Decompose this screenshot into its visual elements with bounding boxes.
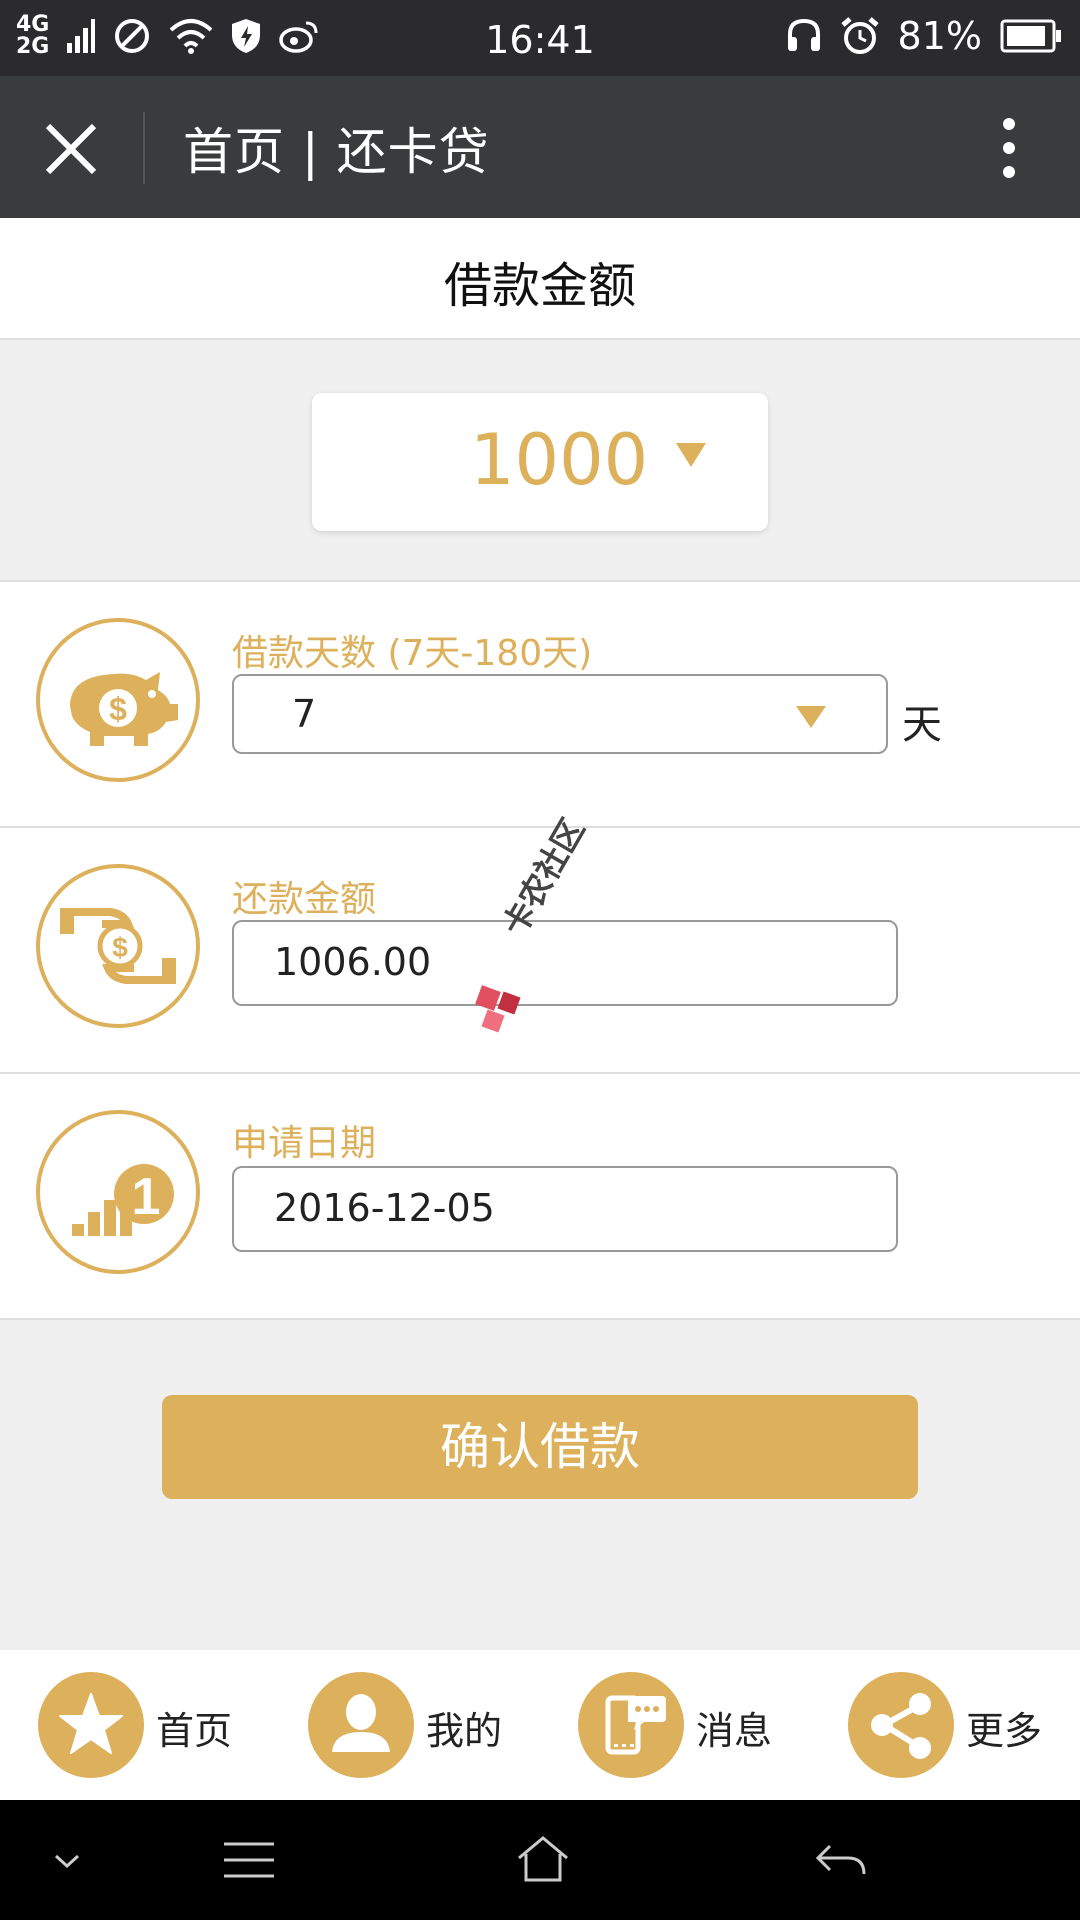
- chevron-down-icon[interactable]: [52, 1852, 82, 1872]
- alarm-icon: [840, 17, 879, 54]
- message-icon: [578, 1672, 684, 1778]
- repay-amount-value: 1006.00: [274, 940, 432, 984]
- svg-text:$: $: [112, 932, 128, 963]
- battery-percent: 81%: [897, 14, 982, 58]
- money-hands-icon: $: [36, 864, 200, 1028]
- repay-amount-label: 还款金额: [232, 879, 377, 920]
- amount-value: 1000: [470, 419, 649, 501]
- watermark-logo-icon: [475, 985, 521, 1033]
- tab-home-label: 首页: [156, 1709, 233, 1753]
- close-icon[interactable]: [40, 118, 102, 180]
- page-title: 首页 | 还卡贷: [183, 123, 490, 181]
- apply-date-field[interactable]: 2016-12-05: [232, 1166, 898, 1252]
- loan-days-label: 借款天数 (7天-180天): [232, 633, 593, 674]
- loan-days-unit: 天: [902, 702, 942, 748]
- more-options-icon[interactable]: [996, 116, 1022, 180]
- piggy-bank-icon: $: [36, 618, 200, 782]
- tab-mine-label: 我的: [426, 1709, 503, 1753]
- section-header: 借款金额: [0, 218, 1080, 340]
- section-title: 借款金额: [443, 258, 636, 314]
- battery-icon: [1000, 19, 1061, 53]
- nav-bar: 首页 | 还卡贷: [0, 76, 1080, 218]
- confirm-loan-button[interactable]: 确认借款: [162, 1395, 918, 1499]
- system-nav-bar: [0, 1800, 1080, 1920]
- loan-days-select[interactable]: 7: [232, 674, 888, 754]
- share-icon: [848, 1672, 954, 1778]
- loan-days-row: $ 借款天数 (7天-180天) 7 天: [0, 580, 1080, 826]
- tab-messages-label: 消息: [696, 1709, 773, 1753]
- bottom-tab-bar: 首页 我的 消息 更多: [0, 1650, 1080, 1800]
- back-icon[interactable]: [814, 1840, 868, 1880]
- tab-more-label: 更多: [966, 1709, 1043, 1753]
- bar-chart-coin-icon: 1: [36, 1110, 200, 1274]
- user-icon: [308, 1672, 414, 1778]
- apply-date-value: 2016-12-05: [274, 1186, 495, 1230]
- home-icon[interactable]: [516, 1834, 570, 1884]
- status-right: 81%: [786, 14, 1062, 58]
- nav-divider: [143, 112, 145, 184]
- watermark: 卡农社区: [470, 812, 610, 1040]
- star-icon: [38, 1672, 144, 1778]
- headset-icon: [787, 18, 820, 51]
- svg-text:$: $: [109, 691, 127, 727]
- menu-icon[interactable]: [222, 1840, 276, 1880]
- chevron-down-icon: [796, 706, 826, 728]
- chevron-down-icon: [676, 443, 706, 467]
- amount-select[interactable]: 1000: [312, 393, 768, 531]
- svg-text:1: 1: [132, 1168, 161, 1226]
- status-bar: 4G 2G 16:41 81%: [0, 0, 1080, 76]
- apply-date-label: 申请日期: [232, 1123, 377, 1164]
- apply-date-row: 1 申请日期 2016-12-05: [0, 1072, 1080, 1320]
- loan-days-value: 7: [292, 692, 317, 736]
